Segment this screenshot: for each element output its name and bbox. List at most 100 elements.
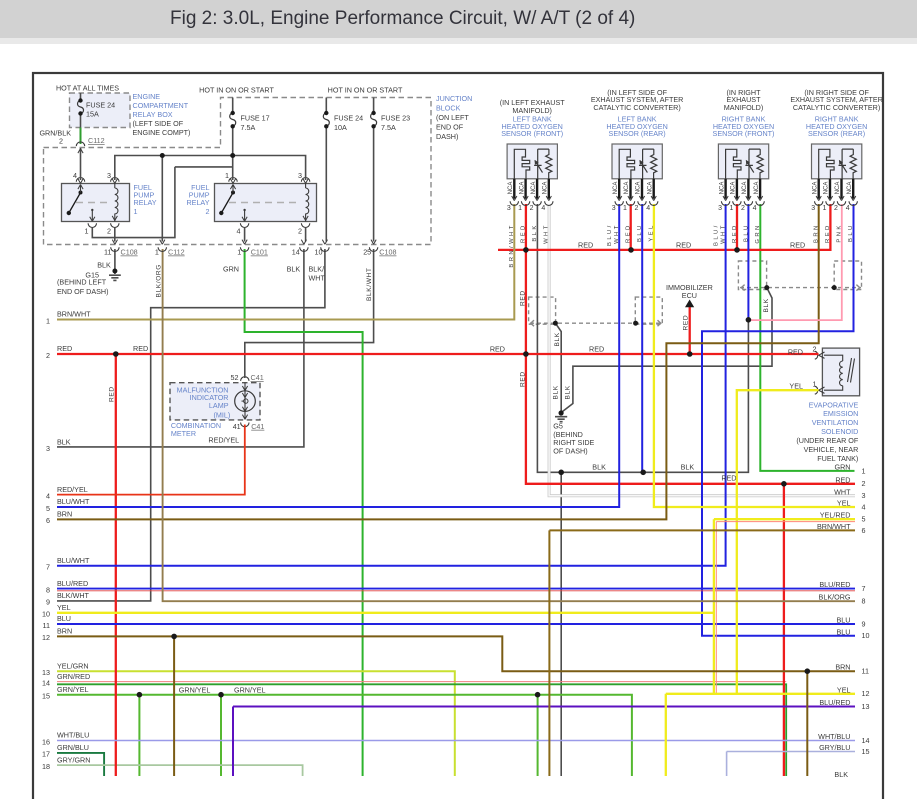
- svg-text:BLOCK: BLOCK: [436, 104, 461, 113]
- svg-text:CATALYTIC CONVERTER): CATALYTIC CONVERTER): [593, 103, 680, 112]
- svg-text:RED/YEL: RED/YEL: [208, 435, 239, 444]
- svg-text:VEHICLE, NEAR: VEHICLE, NEAR: [804, 445, 859, 454]
- svg-text:RED: RED: [835, 475, 850, 484]
- svg-text:BLU/RED: BLU/RED: [57, 579, 88, 588]
- svg-text:RED: RED: [519, 371, 526, 387]
- svg-text:BRN/WHT: BRN/WHT: [57, 310, 91, 319]
- svg-text:6: 6: [46, 516, 50, 525]
- svg-text:CATALYTIC CONVERTER): CATALYTIC CONVERTER): [793, 103, 880, 112]
- svg-text:YEL: YEL: [837, 498, 851, 507]
- svg-text:RED: RED: [490, 345, 505, 354]
- svg-text:C41: C41: [251, 422, 264, 431]
- svg-text:BLK/ORG: BLK/ORG: [155, 264, 162, 298]
- svg-text:WHT: WHT: [309, 274, 326, 283]
- svg-text:17: 17: [42, 750, 50, 759]
- svg-text:END OF: END OF: [436, 123, 464, 132]
- svg-text:BLU/RED: BLU/RED: [819, 698, 850, 707]
- svg-text:GRN: GRN: [835, 462, 851, 471]
- svg-text:JUNCTION: JUNCTION: [436, 94, 472, 103]
- svg-text:1: 1: [813, 380, 817, 389]
- svg-text:1: 1: [237, 248, 241, 257]
- svg-text:SOLENOID: SOLENOID: [821, 427, 858, 436]
- svg-text:YEL/RED: YEL/RED: [820, 511, 851, 520]
- svg-text:4: 4: [237, 227, 241, 236]
- svg-text:BRN: BRN: [835, 663, 850, 672]
- svg-text:HOT IN ON OR START: HOT IN ON OR START: [328, 86, 403, 95]
- svg-text:BLK/WHT: BLK/WHT: [57, 591, 90, 600]
- svg-text:25: 25: [363, 248, 371, 257]
- svg-text:5: 5: [862, 515, 866, 524]
- svg-text:41: 41: [233, 422, 241, 431]
- svg-text:SENSOR (FRONT): SENSOR (FRONT): [501, 129, 563, 138]
- svg-text:BLK: BLK: [564, 385, 571, 399]
- svg-text:GRN: GRN: [223, 265, 239, 274]
- svg-text:5: 5: [46, 504, 50, 513]
- svg-text:MANIFOLD): MANIFOLD): [512, 106, 552, 115]
- svg-text:PNK: PNK: [836, 223, 842, 242]
- svg-text:1: 1: [134, 207, 138, 216]
- svg-text:11: 11: [43, 621, 50, 630]
- svg-text:BRN: BRN: [57, 627, 72, 636]
- svg-text:3: 3: [46, 444, 50, 453]
- svg-text:FUSE 24: FUSE 24: [86, 101, 115, 110]
- svg-text:52: 52: [231, 373, 239, 382]
- svg-text:15A: 15A: [86, 110, 99, 119]
- svg-text:3: 3: [298, 171, 302, 180]
- svg-text:YEL/GRN: YEL/GRN: [57, 661, 89, 670]
- svg-text:GRY/BLU: GRY/BLU: [819, 743, 850, 752]
- svg-text:RED: RED: [109, 386, 116, 402]
- svg-text:HOT AT ALL TIMES: HOT AT ALL TIMES: [56, 84, 119, 93]
- svg-text:RED: RED: [589, 345, 604, 354]
- svg-text:YEL: YEL: [837, 685, 851, 694]
- svg-text:C112: C112: [168, 248, 185, 257]
- svg-text:C101: C101: [251, 248, 268, 257]
- svg-text:9: 9: [46, 598, 50, 607]
- svg-text:GRN/YEL: GRN/YEL: [57, 685, 89, 694]
- svg-text:12: 12: [862, 689, 870, 698]
- svg-text:14: 14: [42, 678, 50, 687]
- svg-text:C108: C108: [379, 248, 396, 257]
- svg-text:12: 12: [42, 633, 50, 642]
- svg-text:BLU: BLU: [57, 614, 71, 623]
- svg-text:BLK: BLK: [763, 298, 770, 312]
- svg-text:GRN/YEL: GRN/YEL: [179, 686, 211, 695]
- svg-text:7.5A: 7.5A: [381, 123, 396, 132]
- svg-text:14: 14: [862, 736, 870, 745]
- svg-text:GRY/GRN: GRY/GRN: [57, 755, 90, 764]
- svg-text:8: 8: [862, 597, 866, 606]
- svg-text:C41: C41: [251, 373, 264, 382]
- svg-text:WHT: WHT: [614, 223, 620, 244]
- svg-text:10: 10: [862, 631, 870, 640]
- svg-text:ECU: ECU: [682, 291, 697, 300]
- svg-text:BLU/WHT: BLU/WHT: [57, 497, 90, 506]
- svg-text:(UNDER REAR OF: (UNDER REAR OF: [796, 436, 859, 445]
- svg-text:GRN/BLU: GRN/BLU: [57, 743, 89, 752]
- svg-text:BLK: BLK: [553, 385, 560, 399]
- svg-text:RED: RED: [825, 223, 831, 243]
- svg-text:RED/YEL: RED/YEL: [57, 485, 88, 494]
- svg-text:2: 2: [46, 351, 50, 360]
- svg-text:8: 8: [46, 585, 50, 594]
- svg-text:LAMP: LAMP: [209, 401, 229, 410]
- svg-text:GRN/YEL: GRN/YEL: [234, 686, 266, 695]
- svg-text:WHT: WHT: [544, 223, 550, 244]
- svg-text:BLK: BLK: [834, 770, 848, 779]
- svg-text:15: 15: [862, 747, 870, 756]
- svg-text:BLU/WHT: BLU/WHT: [57, 556, 90, 565]
- svg-text:3: 3: [107, 171, 111, 180]
- svg-text:RED: RED: [520, 223, 526, 243]
- svg-text:C108: C108: [121, 248, 138, 257]
- svg-text:SENSOR (REAR): SENSOR (REAR): [609, 129, 666, 138]
- svg-text:SENSOR (FRONT): SENSOR (FRONT): [713, 129, 775, 138]
- svg-text:BLK: BLK: [57, 438, 71, 447]
- svg-text:RED: RED: [578, 240, 593, 249]
- svg-text:7: 7: [46, 563, 50, 572]
- svg-text:BLK: BLK: [592, 463, 606, 472]
- svg-text:1: 1: [225, 171, 229, 180]
- svg-text:2: 2: [813, 345, 817, 354]
- svg-text:4: 4: [46, 491, 50, 500]
- svg-text:GRN: GRN: [755, 223, 761, 243]
- svg-text:BLU/: BLU/: [607, 223, 613, 246]
- svg-text:1: 1: [862, 466, 866, 475]
- svg-text:1: 1: [155, 248, 159, 257]
